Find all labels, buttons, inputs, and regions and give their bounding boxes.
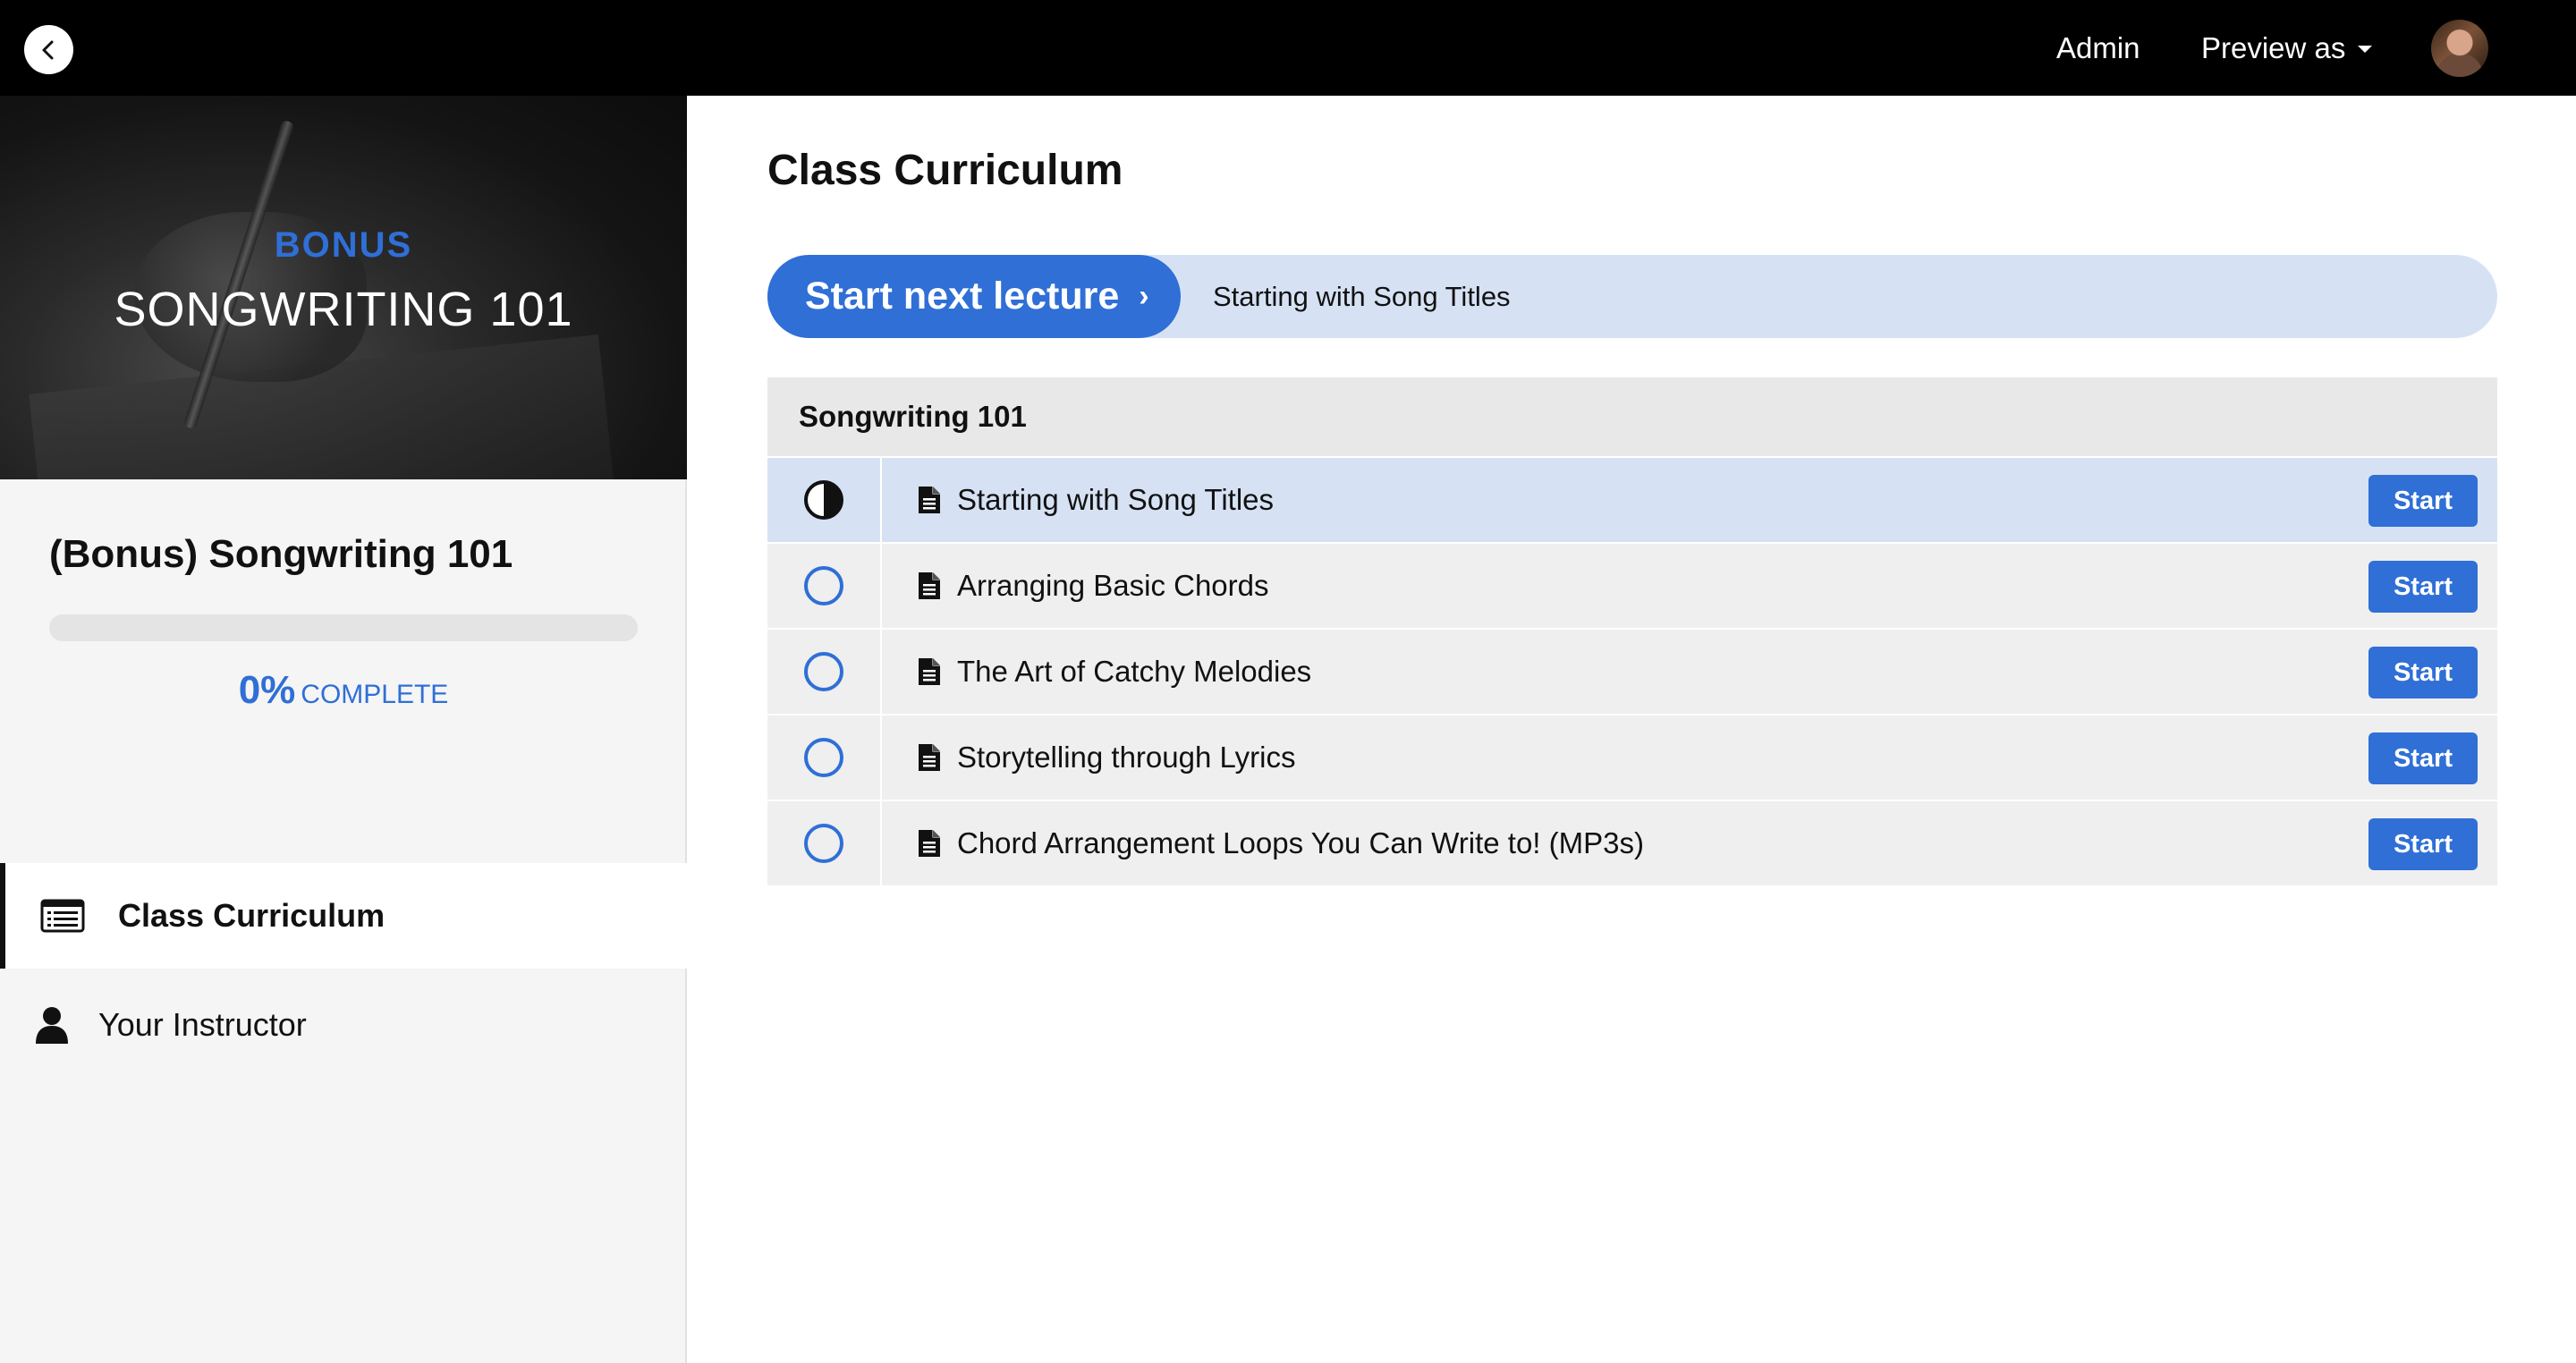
document-icon <box>918 743 941 772</box>
lecture-row[interactable]: The Art of Catchy Melodies Start <box>767 629 2497 715</box>
lecture-status <box>767 457 882 543</box>
progress-complete-label: COMPLETE <box>301 680 449 709</box>
next-lecture-title[interactable]: Starting with Song Titles <box>1213 255 1511 338</box>
lecture-title[interactable]: The Art of Catchy Melodies <box>957 655 1311 689</box>
lecture-row[interactable]: Chord Arrangement Loops You Can Write to… <box>767 800 2497 887</box>
start-lecture-button[interactable]: Start <box>2368 561 2478 613</box>
lecture-title[interactable]: Starting with Song Titles <box>957 483 1274 517</box>
progress-summary: 0% COMPLETE <box>0 668 687 713</box>
lecture-status <box>767 629 882 715</box>
lecture-status <box>767 715 882 800</box>
lecture-title[interactable]: Storytelling through Lyrics <box>957 741 1295 775</box>
progress-percent: 0% <box>238 668 296 712</box>
chevron-left-icon <box>42 40 53 59</box>
course-hero-image: BONUS SONGWRITING 101 <box>0 96 687 479</box>
document-icon <box>918 657 941 686</box>
lecture-status <box>767 800 882 886</box>
top-bar: Admin Preview as <box>0 0 2576 96</box>
section-title: Songwriting 101 <box>767 377 2497 458</box>
course-title: (Bonus) Songwriting 101 <box>49 532 513 576</box>
start-lecture-button[interactable]: Start <box>2368 732 2478 784</box>
curriculum-list-icon <box>39 899 86 933</box>
empty-circle-icon <box>804 824 843 863</box>
start-lecture-button[interactable]: Start <box>2368 647 2478 698</box>
next-lecture-bar: Start next lecture › Starting with Song … <box>767 255 2497 338</box>
preview-as-dropdown[interactable]: Preview as <box>2201 0 2373 96</box>
lecture-row[interactable]: Starting with Song Titles Start <box>767 457 2497 544</box>
lecture-row[interactable]: Storytelling through Lyrics Start <box>767 715 2497 801</box>
user-icon <box>29 1006 75 1044</box>
start-lecture-button[interactable]: Start <box>2368 818 2478 870</box>
empty-circle-icon <box>804 566 843 605</box>
nav-item-label: Class Curriculum <box>118 897 386 934</box>
curriculum-section: Songwriting 101 Starting with Song Title… <box>767 377 2497 887</box>
page-title: Class Curriculum <box>767 147 1123 194</box>
nav-item-class-curriculum[interactable]: Class Curriculum <box>0 863 687 969</box>
nav-item-your-instructor[interactable]: Your Instructor <box>0 972 687 1078</box>
admin-link[interactable]: Admin <box>2056 0 2140 96</box>
empty-circle-icon <box>804 652 843 691</box>
start-lecture-button[interactable]: Start <box>2368 475 2478 527</box>
caret-down-icon <box>2358 45 2373 53</box>
document-icon <box>918 571 941 600</box>
preview-as-label: Preview as <box>2201 30 2346 64</box>
start-next-lecture-button[interactable]: Start next lecture › <box>767 255 1181 338</box>
lecture-row[interactable]: Arranging Basic Chords Start <box>767 543 2497 630</box>
nav-item-label: Your Instructor <box>98 1006 307 1043</box>
lecture-status <box>767 543 882 629</box>
empty-circle-icon <box>804 738 843 777</box>
progress-bar <box>49 614 638 641</box>
lecture-title[interactable]: Chord Arrangement Loops You Can Write to… <box>957 826 1644 860</box>
hero-bonus-text: BONUS <box>274 225 413 265</box>
lecture-title[interactable]: Arranging Basic Chords <box>957 569 1269 603</box>
avatar[interactable] <box>2431 20 2488 77</box>
half-circle-progress-icon <box>804 480 843 520</box>
hero-title-text: SONGWRITING 101 <box>114 283 573 336</box>
back-button[interactable] <box>24 25 73 74</box>
start-next-lecture-label: Start next lecture <box>805 275 1120 317</box>
document-icon <box>918 829 941 858</box>
sidebar: BONUS SONGWRITING 101 (Bonus) Songwritin… <box>0 96 687 1363</box>
chevron-right-icon: › <box>1139 279 1149 313</box>
document-icon <box>918 486 941 514</box>
lecture-list: Starting with Song Titles Start Arranging … <box>767 457 2497 887</box>
